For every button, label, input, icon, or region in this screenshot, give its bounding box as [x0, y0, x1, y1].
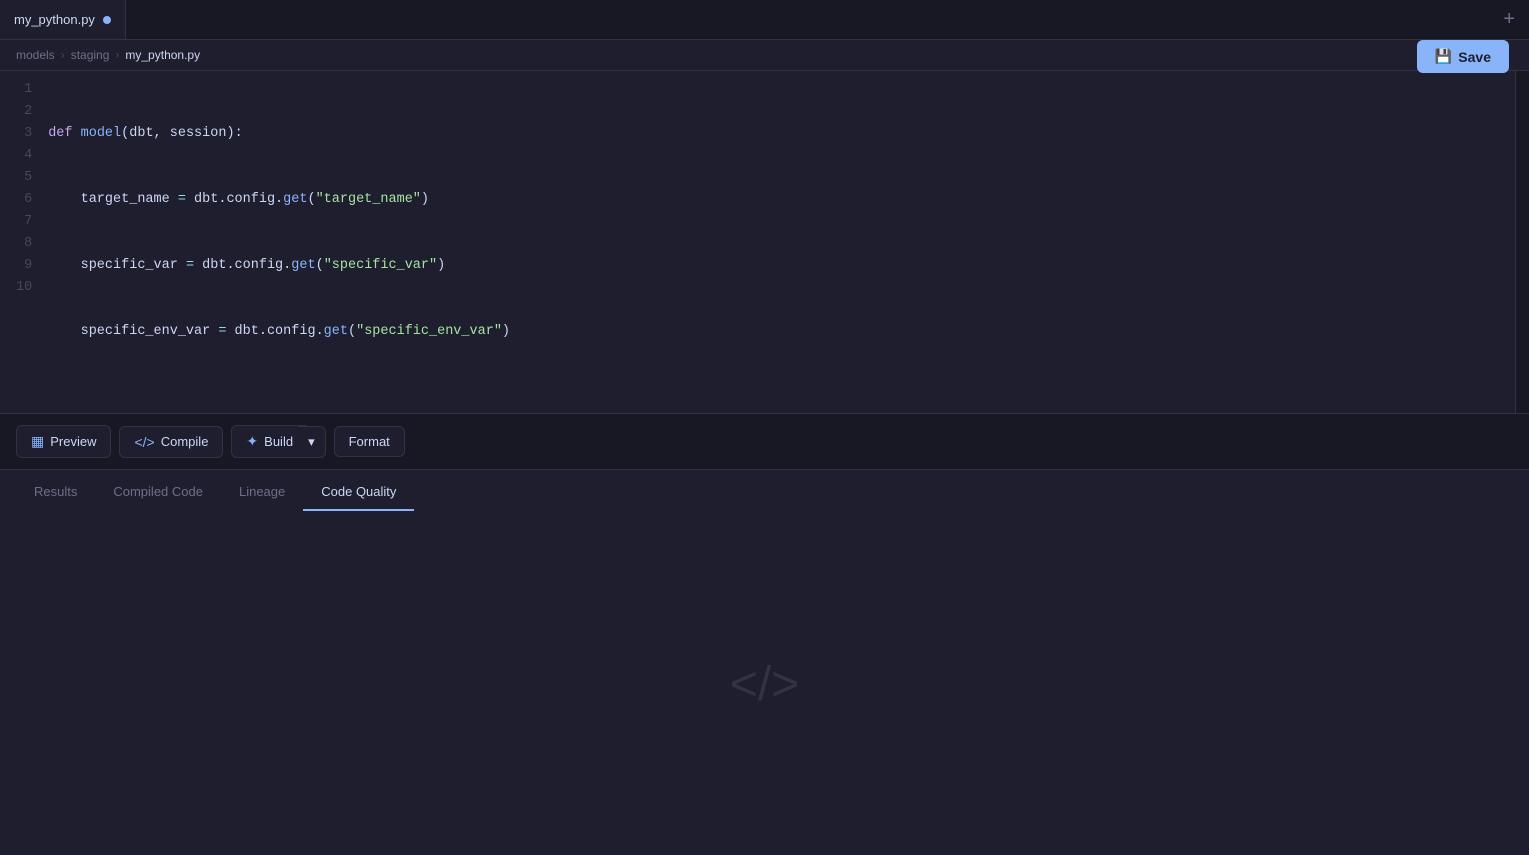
- breadcrumb-staging[interactable]: staging: [71, 48, 110, 62]
- save-button[interactable]: 💾 Save: [1417, 40, 1509, 73]
- code-line-2: target_name = dbt.config.get("target_nam…: [48, 189, 1499, 211]
- build-button[interactable]: ✦ Build: [231, 425, 307, 458]
- preview-icon: ▦: [31, 433, 44, 450]
- preview-button[interactable]: ▦ Preview: [16, 425, 111, 458]
- preview-label: Preview: [50, 434, 96, 449]
- add-tab-button[interactable]: +: [1489, 0, 1529, 39]
- compile-icon: </>: [134, 434, 154, 450]
- bottom-toolbar: ▦ Preview </> Compile ✦ Build ▾ Format: [0, 413, 1529, 469]
- save-icon: 💾: [1435, 48, 1452, 65]
- build-group: ✦ Build ▾: [231, 425, 325, 458]
- compile-button[interactable]: </> Compile: [119, 426, 223, 458]
- bottom-content-panel: </>: [0, 513, 1529, 855]
- code-line-3: specific_var = dbt.config.get("specific_…: [48, 255, 1499, 277]
- build-icon: ✦: [246, 433, 258, 450]
- editor-container: 1 2 3 4 5 6 7 8 9 10 def model(dbt, sess…: [0, 71, 1529, 413]
- code-area[interactable]: 1 2 3 4 5 6 7 8 9 10 def model(dbt, sess…: [0, 71, 1515, 413]
- code-content[interactable]: def model(dbt, session): target_name = d…: [48, 79, 1515, 405]
- bottom-tabs: Results Compiled Code Lineage Code Quali…: [0, 469, 1529, 513]
- tab-filename: my_python.py: [14, 12, 95, 27]
- breadcrumb-models[interactable]: models: [16, 48, 55, 62]
- code-line-1: def model(dbt, session):: [48, 123, 1499, 145]
- tab-results[interactable]: Results: [16, 474, 95, 511]
- empty-state-icon: </>: [730, 657, 799, 712]
- tab-code-quality[interactable]: Code Quality: [303, 474, 414, 511]
- tab-bar: my_python.py +: [0, 0, 1529, 40]
- code-line-5: [48, 387, 1499, 409]
- scrollbar[interactable]: [1515, 71, 1529, 413]
- chevron-down-icon: ▾: [308, 434, 315, 449]
- build-label: Build: [264, 434, 293, 449]
- breadcrumb: models › staging › my_python.py: [0, 40, 1529, 71]
- code-editor[interactable]: 1 2 3 4 5 6 7 8 9 10 def model(dbt, sess…: [0, 71, 1515, 413]
- format-button[interactable]: Format: [334, 426, 405, 457]
- build-dropdown-button[interactable]: ▾: [298, 426, 326, 458]
- unsaved-indicator: [103, 16, 111, 24]
- code-line-4: specific_env_var = dbt.config.get("speci…: [48, 321, 1499, 343]
- format-label: Format: [349, 434, 390, 449]
- breadcrumb-file[interactable]: my_python.py: [125, 48, 200, 62]
- file-tab[interactable]: my_python.py: [0, 0, 126, 39]
- compile-label: Compile: [161, 434, 209, 449]
- save-label: Save: [1458, 49, 1491, 65]
- line-numbers: 1 2 3 4 5 6 7 8 9 10: [0, 79, 48, 405]
- tab-lineage[interactable]: Lineage: [221, 474, 303, 511]
- tab-compiled-code[interactable]: Compiled Code: [95, 474, 221, 511]
